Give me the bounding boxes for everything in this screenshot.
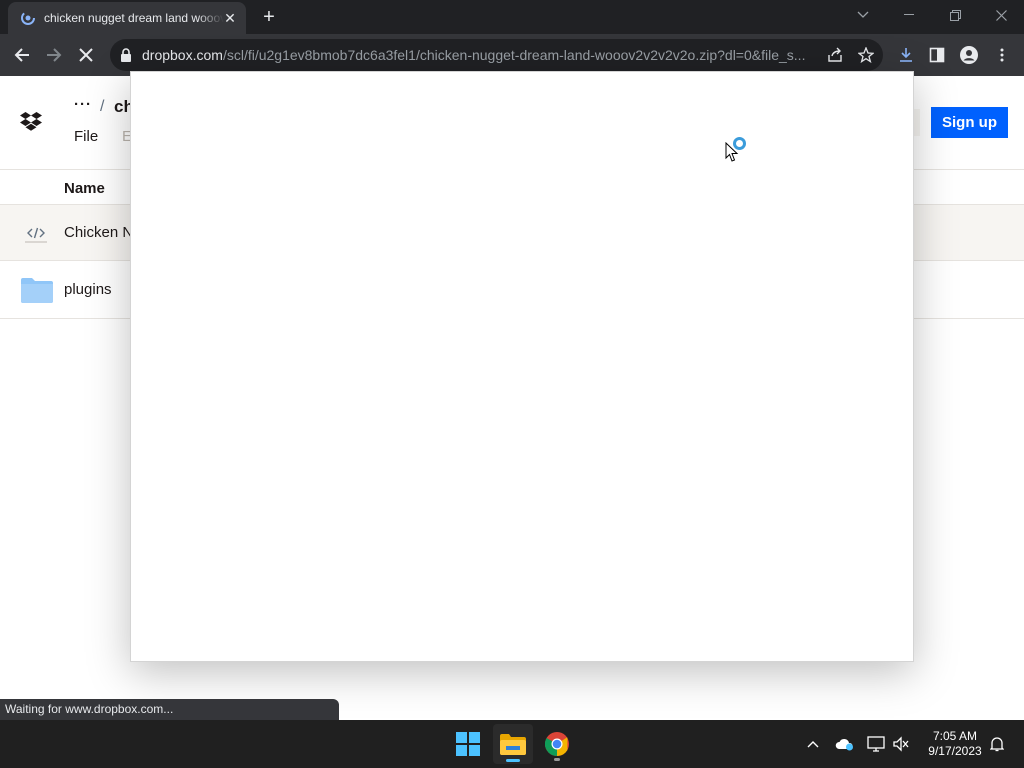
back-arrow-icon [14,48,29,62]
taskbar-chrome[interactable] [537,724,577,764]
browser-toolbar: dropbox.com/scl/fi/u2g1ev8bmob7dc6a3fel1… [0,34,1024,76]
loading-modal [130,71,914,662]
file-explorer-icon [500,734,526,755]
back-button[interactable] [8,41,36,69]
browser-tab[interactable]: chicken nugget dream land wooov2v2v2v2o.… [8,2,246,34]
forward-arrow-icon [47,48,62,62]
taskbar-file-explorer[interactable] [493,724,533,764]
chrome-icon [545,732,569,756]
downloads-icon[interactable] [892,41,920,69]
volume-muted-icon[interactable] [890,720,912,768]
show-hidden-icons-chevron-icon[interactable] [803,720,823,768]
active-app-indicator [506,759,520,762]
browser-menu-icon[interactable] [988,41,1016,69]
bookmark-star-icon[interactable] [852,41,880,69]
side-panel-icon[interactable] [923,41,951,69]
address-bar[interactable]: dropbox.com/scl/fi/u2g1ev8bmob7dc6a3fel1… [110,39,883,71]
tab-close-icon[interactable]: ✕ [222,10,238,26]
url-path: /scl/fi/u2g1ev8bmob7dc6a3fel1/chicken-nu… [222,47,806,63]
sign-up-button[interactable]: Sign up [931,107,1008,138]
restore-button[interactable] [933,0,977,30]
tab-search-icon[interactable] [841,0,885,30]
url-text: dropbox.com/scl/fi/u2g1ev8bmob7dc6a3fel1… [142,47,822,63]
forward-button[interactable] [40,41,68,69]
close-window-button[interactable] [979,0,1023,30]
mouse-cursor-icon [725,142,739,162]
status-bar: Waiting for www.dropbox.com... [0,699,339,720]
profile-icon[interactable] [955,41,983,69]
onedrive-cloud-icon[interactable] [834,720,856,768]
code-file-icon [24,225,48,248]
windows-taskbar: 7:05 AM 9/17/2023 [0,720,1024,768]
folder-icon [21,277,53,308]
url-host: dropbox.com [142,47,223,63]
new-tab-button[interactable]: + [258,6,280,28]
stop-icon [79,48,93,62]
stop-loading-button[interactable] [72,41,100,69]
windows-logo-icon [456,732,480,756]
breadcrumb-separator: / [100,98,105,115]
notification-bell-icon[interactable] [986,720,1008,768]
minimize-button[interactable] [887,0,931,30]
loading-favicon-icon [20,10,36,26]
clock-time: 7:05 AM [932,729,978,743]
taskbar-clock[interactable]: 7:05 AM 9/17/2023 [918,729,992,759]
start-button[interactable] [448,724,488,764]
column-header-name[interactable]: Name [64,180,105,197]
folder-row-label[interactable]: plugins [64,281,112,298]
lock-icon [121,48,131,62]
share-icon[interactable] [821,41,849,69]
tab-title: chicken nugget dream land wooov2v2v2v2o.… [44,11,224,25]
network-icon[interactable] [865,720,887,768]
clock-date: 9/17/2023 [928,744,982,758]
breadcrumb-ellipsis[interactable]: ··· [74,96,92,113]
file-menu[interactable]: File [74,128,98,145]
browser-tab-strip: chicken nugget dream land wooov2v2v2v2o.… [0,0,1024,34]
file-row-label[interactable]: Chicken N [64,224,133,241]
running-app-indicator [554,758,560,761]
dropbox-logo-icon[interactable] [20,112,42,132]
